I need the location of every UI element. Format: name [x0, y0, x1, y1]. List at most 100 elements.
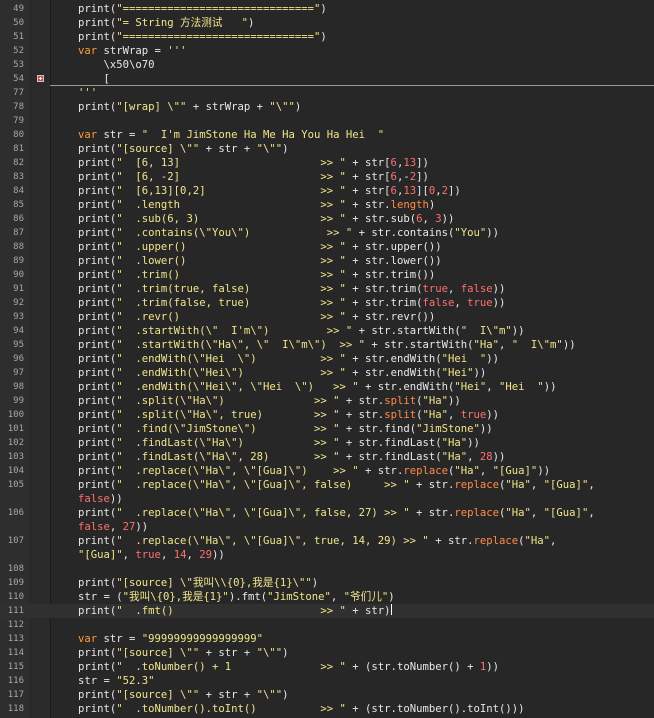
- line-number: 94: [13, 326, 24, 336]
- line-number: 54: [13, 74, 24, 84]
- code-line[interactable]: 86 print(" .sub(6, 3) >> " + str.sub(6, 3…: [0, 212, 654, 226]
- code-line[interactable]: 87 print(" .contains(\"You\") >> " + str.…: [0, 226, 654, 240]
- code-line[interactable]: false, 27)): [0, 520, 654, 534]
- line-number: 100: [7, 410, 24, 420]
- code-text: print(" .replace(\"Ha\", \"[Gua]\") >> "…: [78, 465, 551, 477]
- code-line[interactable]: 117 print("[source] \"" + str + "\""): [0, 688, 654, 702]
- code-line[interactable]: 111 print(" .fmt() >> " + str): [0, 604, 654, 618]
- code-line[interactable]: 110 str = ("我叫\{0},我是{1}").fmt("JimStone"…: [0, 590, 654, 604]
- code-line[interactable]: 53 \x50\o70: [0, 58, 654, 72]
- code-text: print(" .fmt() >> " + str): [78, 604, 392, 617]
- code-line[interactable]: 94 print(" .startWith(\" I'm\") >> " + st…: [0, 324, 654, 338]
- code-text: str = "52.3": [78, 675, 155, 687]
- code-lines[interactable]: 49 print("=============================="…: [0, 2, 654, 716]
- code-text: print("= String 方法测试 "): [78, 17, 255, 29]
- code-line[interactable]: 81 print("[source] \"" + str + "\""): [0, 142, 654, 156]
- code-line[interactable]: 118 print(" .toNumber().toInt() >> " + (s…: [0, 702, 654, 716]
- code-line[interactable]: 93 print(" .revr() >> " + str.revr()): [0, 310, 654, 324]
- code-text: print(" .sub(6, 3) >> " + str.sub(6, 3)): [78, 213, 455, 225]
- code-line[interactable]: 100 print(" .split(\"Ha\", true) >> " + s…: [0, 408, 654, 422]
- code-editor[interactable]: 49 print("=============================="…: [0, 0, 654, 718]
- code-text: print(" .endWith(\"Hei\") >> " + str.end…: [78, 367, 487, 379]
- code-line[interactable]: "[Gua]", true, 14, 29)): [0, 548, 654, 562]
- code-text: str = ("我叫\{0},我是{1}").fmt("JimStone", "…: [78, 591, 395, 603]
- code-line[interactable]: 51 print("=============================="…: [0, 30, 654, 44]
- code-line[interactable]: 115 print(" .toNumber() + 1 >> " + (str.t…: [0, 660, 654, 674]
- code-text: print(" .revr() >> " + str.revr()): [78, 311, 436, 323]
- code-line[interactable]: 79: [0, 114, 654, 128]
- code-text: var strWrap = ''': [78, 45, 187, 57]
- line-number: 112: [7, 620, 24, 630]
- code-text: \x50\o70: [78, 59, 155, 71]
- code-text: print(" .trim() >> " + str.trim()): [78, 269, 436, 281]
- code-line[interactable]: 99 print(" .split(\"Ha\") >> " + str.spli…: [0, 394, 654, 408]
- line-number: 51: [13, 32, 24, 42]
- code-text: print(" .toNumber() + 1 >> " + (str.toNu…: [78, 661, 500, 673]
- code-line[interactable]: 82 print(" [6, 13] >> " + str[6,13]): [0, 156, 654, 170]
- code-line[interactable]: false)): [0, 492, 654, 506]
- line-number: 90: [13, 270, 24, 280]
- line-number: 109: [7, 578, 24, 588]
- code-line[interactable]: 77 ''': [0, 86, 654, 100]
- code-text: print("[source] \"" + str + "\""): [78, 689, 289, 701]
- code-line[interactable]: 90 print(" .trim() >> " + str.trim()): [0, 268, 654, 282]
- code-line[interactable]: 83 print(" [6, -2] >> " + str[6,-2]): [0, 170, 654, 184]
- code-line[interactable]: 95 print(" .startWith(\"Ha\", \" I\"m\") …: [0, 338, 654, 352]
- line-number: 80: [13, 130, 24, 140]
- code-line[interactable]: 112: [0, 618, 654, 632]
- code-line[interactable]: 106 print(" .replace(\"Ha\", \"[Gua]\", f…: [0, 506, 654, 520]
- code-line[interactable]: 50 print("= String 方法测试 "): [0, 16, 654, 30]
- code-text: print(" .toNumber().toInt() >> " + (str.…: [78, 703, 525, 715]
- code-line[interactable]: 108: [0, 562, 654, 576]
- code-line[interactable]: 92 print(" .trim(false, true) >> " + str.…: [0, 296, 654, 310]
- code-line[interactable]: 113 var str = "99999999999999999": [0, 632, 654, 646]
- line-number: 106: [7, 508, 24, 518]
- code-line[interactable]: 96 print(" .endWith(\"Hei \") >> " + str.…: [0, 352, 654, 366]
- code-line[interactable]: 49 print("=============================="…: [0, 2, 654, 16]
- line-number: 83: [13, 172, 24, 182]
- code-text: print(" .findLast(\"Ha\") >> " + str.fin…: [78, 437, 480, 449]
- code-text: print("[source] \"" + str + "\""): [78, 647, 289, 659]
- code-text: print("[source] \"" + str + "\""): [78, 143, 289, 155]
- code-line[interactable]: 98 print(" .endWith(\"Hei\", \"Hei \") >>…: [0, 380, 654, 394]
- code-line[interactable]: 109 print("[source] \"我叫\\{0},我是{1}\""): [0, 576, 654, 590]
- code-line[interactable]: 105 print(" .replace(\"Ha\", \"[Gua]\", f…: [0, 478, 654, 492]
- code-line[interactable]: 116 str = "52.3": [0, 674, 654, 688]
- line-number: 52: [13, 46, 24, 56]
- code-text: print(" .split(\"Ha\") >> " + str.split(…: [78, 395, 461, 407]
- code-text: print(" .contains(\"You\") >> " + str.co…: [78, 227, 500, 239]
- code-line[interactable]: 78 print("[wrap] \"" + strWrap + "\""): [0, 100, 654, 114]
- code-line[interactable]: 107 print(" .replace(\"Ha\", \"[Gua]\", t…: [0, 534, 654, 548]
- code-text: print(" .endWith(\"Hei\", \"Hei \") >> "…: [78, 381, 557, 393]
- line-number: 95: [13, 340, 24, 350]
- code-line[interactable]: 91 print(" .trim(true, false) >> " + str.…: [0, 282, 654, 296]
- code-text: print("=============================="): [78, 3, 327, 15]
- code-line[interactable]: 52 var strWrap = ''': [0, 44, 654, 58]
- code-line[interactable]: 89 print(" .lower() >> " + str.lower()): [0, 254, 654, 268]
- code-line[interactable]: 102 print(" .findLast(\"Ha\") >> " + str.…: [0, 436, 654, 450]
- line-number: 97: [13, 368, 24, 378]
- code-line[interactable]: 88 print(" .upper() >> " + str.upper()): [0, 240, 654, 254]
- code-line[interactable]: 97 print(" .endWith(\"Hei\") >> " + str.e…: [0, 366, 654, 380]
- code-line[interactable]: 114 print("[source] \"" + str + "\""): [0, 646, 654, 660]
- code-line[interactable]: 84 print(" [6,13][0,2] >> " + str[6,13][0…: [0, 184, 654, 198]
- code-text: print("[source] \"我叫\\{0},我是{1}\""): [78, 577, 319, 589]
- code-text: print("[wrap] \"" + strWrap + "\""): [78, 101, 302, 113]
- fold-expand-icon[interactable]: [37, 75, 44, 82]
- code-line[interactable]: 80 var str = " I'm JimStone Ha Me Ha You …: [0, 128, 654, 142]
- code-text: "[Gua]", true, 14, 29)): [78, 549, 225, 561]
- code-text: print(" .startWith(\"Ha\", \" I\"m\") >>…: [78, 339, 576, 351]
- code-line[interactable]: 104 print(" .replace(\"Ha\", \"[Gua]\") >…: [0, 464, 654, 478]
- line-number: 117: [7, 690, 24, 700]
- code-line[interactable]: 85 print(" .length >> " + str.length): [0, 198, 654, 212]
- line-number: 118: [7, 704, 24, 714]
- line-number: 77: [13, 88, 24, 98]
- code-text: print(" .findLast(\"Ha\", 28) >> " + str…: [78, 451, 506, 463]
- code-line[interactable]: 54 [: [0, 72, 654, 86]
- code-text: var str = "99999999999999999": [78, 633, 263, 645]
- code-line[interactable]: 101 print(" .find(\"JimStone\") >> " + st…: [0, 422, 654, 436]
- code-line[interactable]: 103 print(" .findLast(\"Ha\", 28) >> " + …: [0, 450, 654, 464]
- line-number: 84: [13, 186, 24, 196]
- line-number: 49: [13, 4, 24, 14]
- code-text: print(" .upper() >> " + str.upper()): [78, 241, 442, 253]
